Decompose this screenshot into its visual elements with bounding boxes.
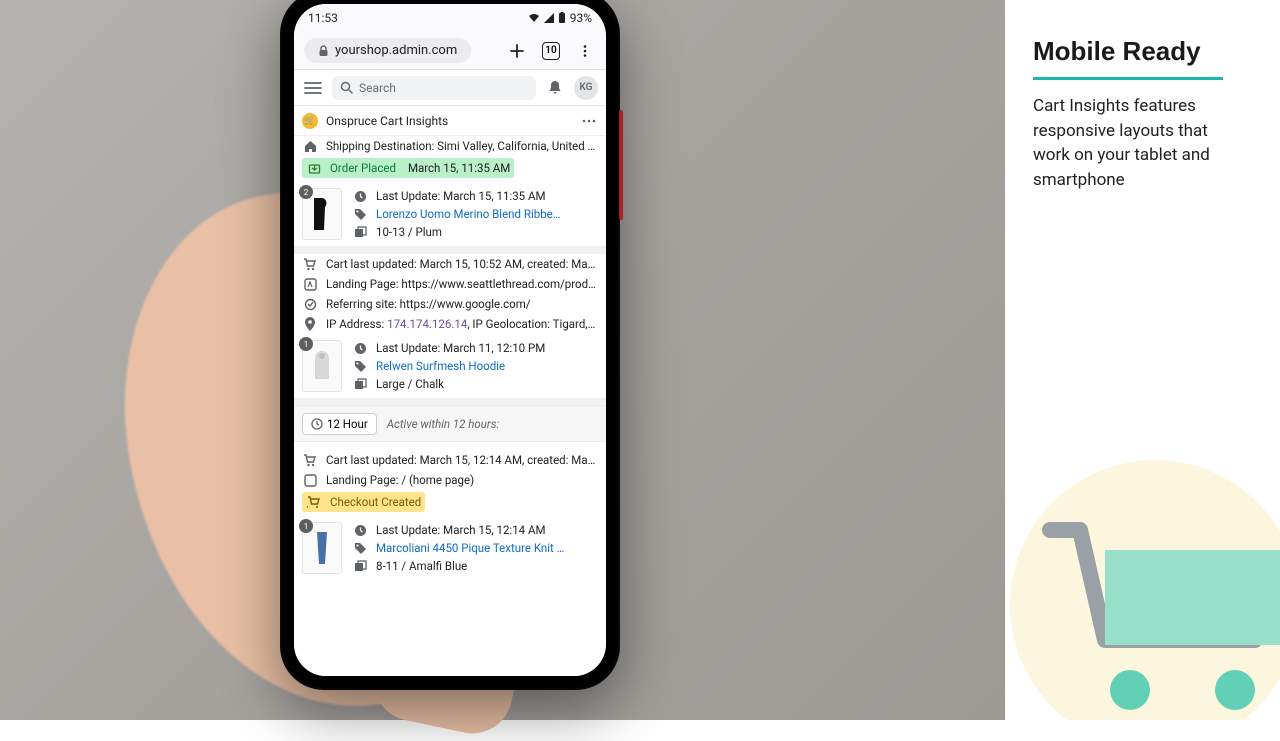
- marketing-body: Cart Insights features responsive layout…: [1033, 94, 1244, 193]
- clock-icon: [352, 522, 368, 538]
- location-icon: [302, 316, 318, 332]
- status-time: 11:53: [308, 11, 338, 25]
- time-filter-chip[interactable]: 12 Hour: [302, 413, 377, 435]
- referrer-icon: [302, 296, 318, 312]
- user-avatar[interactable]: KG: [574, 76, 598, 100]
- order-placed-icon: [306, 160, 322, 176]
- product-link[interactable]: Lorenzo Uomo Merino Blend Ribbe…: [376, 207, 598, 221]
- order-placed-time: March 15, 11:35 AM: [408, 161, 510, 175]
- wifi-icon: [528, 13, 540, 23]
- variant-icon: [352, 376, 368, 392]
- search-placeholder: Search: [359, 81, 396, 95]
- new-tab-button[interactable]: [506, 40, 528, 62]
- app-logo-icon: 🛒: [302, 113, 318, 129]
- product-link[interactable]: Marcoliani 4450 Pique Texture Knit …: [376, 541, 598, 555]
- product-thumbnail[interactable]: 1: [302, 340, 342, 392]
- landing-icon: [302, 472, 318, 488]
- battery-percent: 93%: [570, 11, 592, 25]
- home-icon: [302, 138, 318, 154]
- lock-icon: [318, 45, 329, 57]
- address-bar[interactable]: yourshop.admin.com: [304, 38, 471, 63]
- hamburger-icon: [304, 81, 322, 95]
- cart-icon: [302, 452, 318, 468]
- status-bar: 11:53 93%: [294, 4, 606, 32]
- marketing-title: Mobile Ready: [1033, 36, 1244, 67]
- product-row: 1 Last Update: March 15, 12:14 AM Marcol…: [294, 516, 606, 580]
- clock-icon: [352, 340, 368, 356]
- plus-icon: [509, 43, 525, 59]
- cart-icon: [302, 256, 318, 272]
- clock-icon: [352, 188, 368, 204]
- tag-icon: [352, 206, 368, 222]
- app-title-row: 🛒 Onspruce Cart Insights: [294, 106, 606, 136]
- product-link[interactable]: Relwen Surfmesh Hoodie: [376, 359, 598, 373]
- search-icon: [340, 81, 353, 94]
- order-placed-badge: Order Placed March 15, 11:35 AM: [302, 158, 514, 178]
- checkout-icon: [306, 494, 322, 510]
- menu-button[interactable]: [302, 77, 324, 99]
- quantity-badge: 1: [299, 337, 313, 351]
- quantity-badge: 1: [299, 519, 313, 533]
- search-input[interactable]: Search: [332, 76, 536, 100]
- tab-switcher-button[interactable]: 10: [540, 40, 562, 62]
- ip-link[interactable]: 174.174.126.14: [387, 317, 467, 331]
- browser-menu-button[interactable]: [574, 40, 596, 62]
- product-row: 1 Last Update: March 11, 12:10 PM Relwen…: [294, 334, 606, 398]
- landing-icon: [302, 276, 318, 292]
- variant-icon: [352, 224, 368, 240]
- tag-icon: [352, 358, 368, 374]
- more-vert-icon: [578, 44, 592, 58]
- order-placed-label[interactable]: Order Placed: [330, 161, 396, 175]
- cart-list: Shipping Destination: Simi Valley, Calif…: [294, 136, 606, 676]
- promo-photo-area: 11:53 93% yourshop.admin.com: [0, 0, 1005, 720]
- product-thumbnail[interactable]: 2: [302, 188, 342, 240]
- signal-icon: [544, 13, 554, 23]
- product-row: 2 Last Update: March 15, 11:35 AM Lorenz…: [294, 182, 606, 246]
- app-menu-button[interactable]: [580, 110, 598, 132]
- divider: [294, 246, 606, 254]
- filter-label: Active within 12 hours:: [387, 417, 499, 431]
- quantity-badge: 2: [299, 185, 313, 199]
- checkout-created-badge: Checkout Created: [302, 492, 425, 512]
- marketing-panel: Mobile Ready Cart Insights features resp…: [1005, 0, 1280, 720]
- phone-screen: 11:53 93% yourshop.admin.com: [294, 4, 606, 676]
- variant-icon: [352, 558, 368, 574]
- battery-icon: [558, 12, 566, 24]
- app-title: Onspruce Cart Insights: [326, 114, 572, 128]
- notifications-button[interactable]: [544, 77, 566, 99]
- more-horiz-icon: [582, 119, 596, 123]
- time-filter-bar: 12 Hour Active within 12 hours:: [294, 406, 606, 442]
- tag-icon: [352, 540, 368, 556]
- browser-toolbar: yourshop.admin.com 10: [294, 32, 606, 70]
- checkout-created-label: Checkout Created: [330, 495, 421, 509]
- bell-icon: [548, 80, 562, 96]
- app-top-bar: Search KG: [294, 70, 606, 106]
- phone-frame: 11:53 93% yourshop.admin.com: [280, 0, 620, 690]
- clock-outline-icon: [311, 418, 323, 430]
- accent-underline: [1033, 77, 1223, 80]
- shipping-row: Shipping Destination: Simi Valley, Calif…: [294, 136, 606, 156]
- url-text: yourshop.admin.com: [335, 43, 457, 58]
- product-thumbnail[interactable]: 1: [302, 522, 342, 574]
- divider: [294, 398, 606, 406]
- tab-count: 10: [542, 42, 560, 60]
- cart-illustration: [1010, 460, 1280, 720]
